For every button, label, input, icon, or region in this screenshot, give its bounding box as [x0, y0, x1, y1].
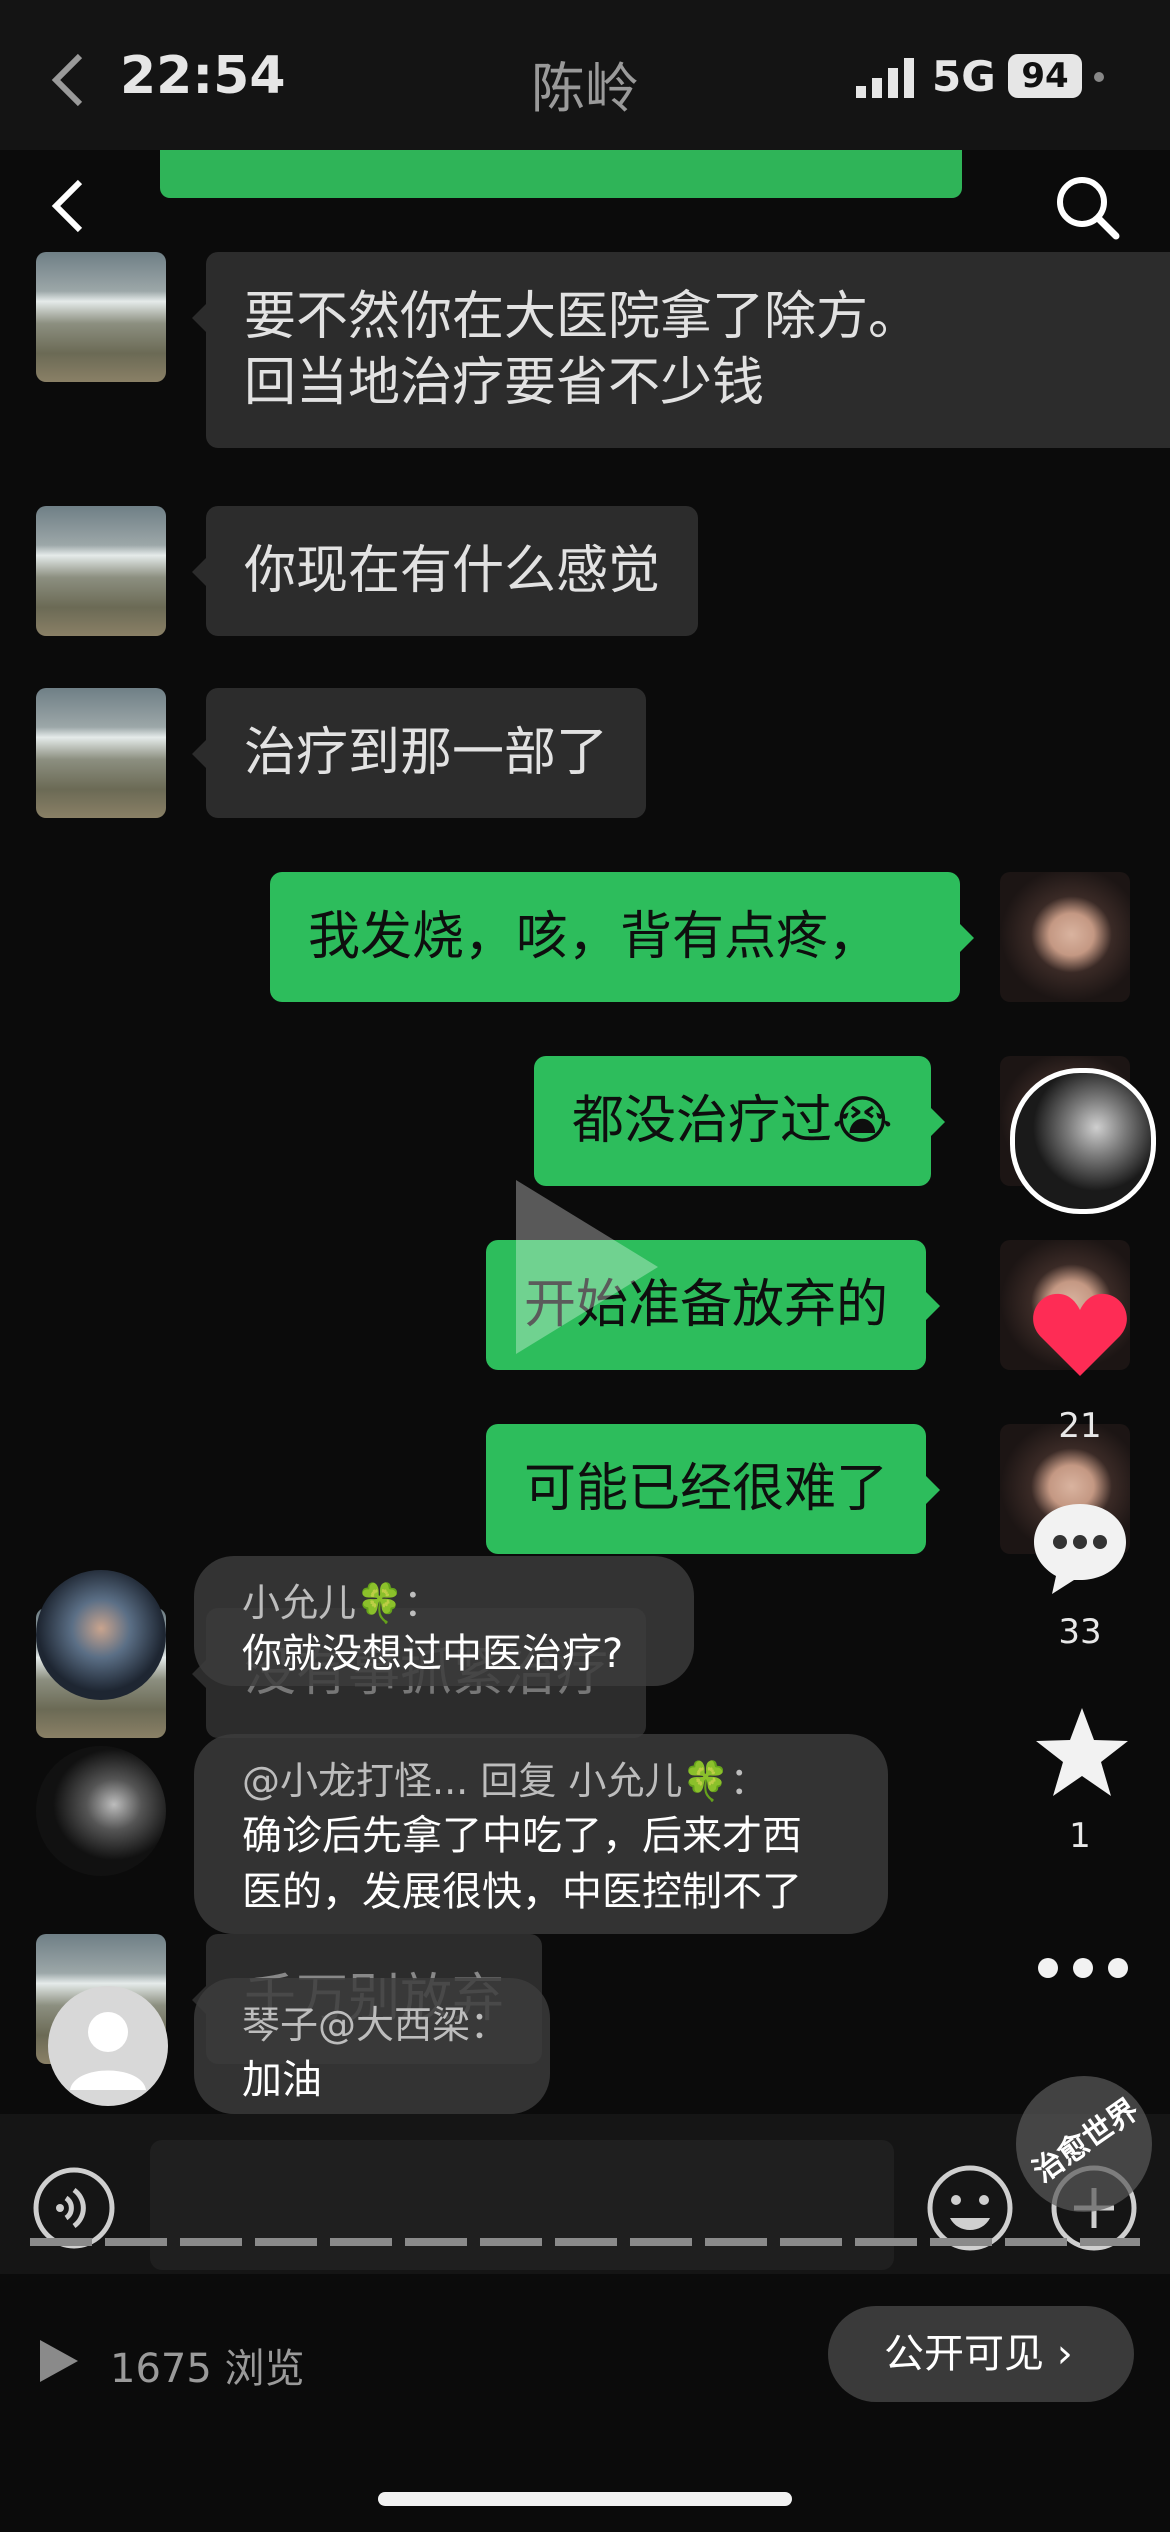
progress-bar[interactable]	[30, 2238, 1140, 2246]
message-text: 要不然你在大医院拿了除方。	[244, 287, 921, 347]
default-avatar-icon[interactable]	[48, 1986, 168, 2106]
like-count: 21	[1058, 1406, 1102, 1446]
message-bubble: 要不然你在大医院拿了除方。 回当地治疗要省不少钱	[192, 252, 1170, 448]
message-bubble: 可能已经很难了	[486, 1424, 941, 1554]
message-text: 我发烧，咳，背有点疼，	[308, 907, 881, 967]
message-bubble: 都没治疗过😭	[534, 1056, 945, 1186]
message-bubble: 治疗到那一部了	[191, 688, 647, 818]
signal-icon	[856, 58, 914, 98]
chat-back-icon[interactable]	[50, 178, 86, 234]
watermark-text: 治愈世界	[1026, 2092, 1146, 2190]
message-text: 你现在有什么感觉	[244, 541, 661, 601]
play-small-icon	[40, 2340, 78, 2382]
play-icon[interactable]	[506, 1172, 666, 1362]
comment-user: 小允儿🍀：	[242, 1581, 442, 1625]
home-indicator[interactable]	[378, 2492, 792, 2506]
message-text: 可能已经很难了	[524, 1459, 889, 1519]
watermark-logo: 治愈世界	[1016, 2076, 1152, 2212]
visibility-label: 公开可见 ›	[884, 2331, 1073, 2377]
more-icon[interactable]	[1036, 1956, 1130, 1980]
comment-overlay[interactable]: @小龙打怪... 回复 小允儿🍀： 确诊后先拿了中吃了，后来才西 医的，发展很快…	[194, 1734, 888, 1934]
comment-overlay[interactable]: 小允儿🍀： 你就没想过中医治疗?	[194, 1556, 694, 1686]
message-input[interactable]	[150, 2140, 894, 2270]
search-icon[interactable]	[1052, 172, 1122, 242]
comment-icon[interactable]	[1030, 1500, 1130, 1596]
recording-dot-icon	[1094, 72, 1104, 82]
message-text: 回当地治疗要省不少钱	[244, 353, 765, 413]
comment-text: 加油	[242, 2057, 322, 2103]
comment-text: 确诊后先拿了中吃了，后来才西	[242, 1813, 802, 1859]
comment-user: @小龙打怪... 回复 小允儿🍀：	[242, 1759, 768, 1803]
network-type: 5G	[932, 52, 996, 101]
heart-icon[interactable]	[1030, 1290, 1130, 1380]
message-text: 治疗到那一部了	[244, 723, 609, 783]
message-bubble: 我发烧，咳，背有点疼，	[270, 872, 974, 1002]
partial-message-bubble	[160, 150, 962, 198]
battery-level: 94	[1008, 54, 1082, 98]
contact-avatar[interactable]	[36, 252, 166, 382]
star-icon[interactable]	[1034, 1706, 1130, 1798]
favorite-count: 1	[1069, 1816, 1091, 1856]
view-count: 1675 浏览	[110, 2346, 305, 2392]
my-avatar[interactable]	[1000, 872, 1130, 1002]
comment-overlay[interactable]: 琴子@大西梁： 加油	[194, 1978, 550, 2114]
status-bar: 22:54 陈岭 5G 94	[0, 0, 1170, 150]
comment-user: 琴子@大西梁：	[242, 2003, 509, 2047]
message-text: 都没治疗过😭	[572, 1091, 893, 1151]
comment-count: 33	[1058, 1612, 1102, 1652]
message-bubble: 你现在有什么感觉	[191, 506, 699, 636]
contact-avatar[interactable]	[36, 688, 166, 818]
contact-avatar[interactable]	[36, 506, 166, 636]
author-avatar[interactable]	[1010, 1068, 1156, 1214]
comment-text: 医的，发展很快，中医控制不了	[242, 1869, 802, 1915]
comment-text: 你就没想过中医治疗?	[242, 1631, 624, 1677]
commenter-avatar[interactable]	[36, 1746, 166, 1876]
commenter-avatar[interactable]	[36, 1570, 166, 1700]
visibility-button[interactable]: 公开可见 ›	[828, 2306, 1134, 2402]
